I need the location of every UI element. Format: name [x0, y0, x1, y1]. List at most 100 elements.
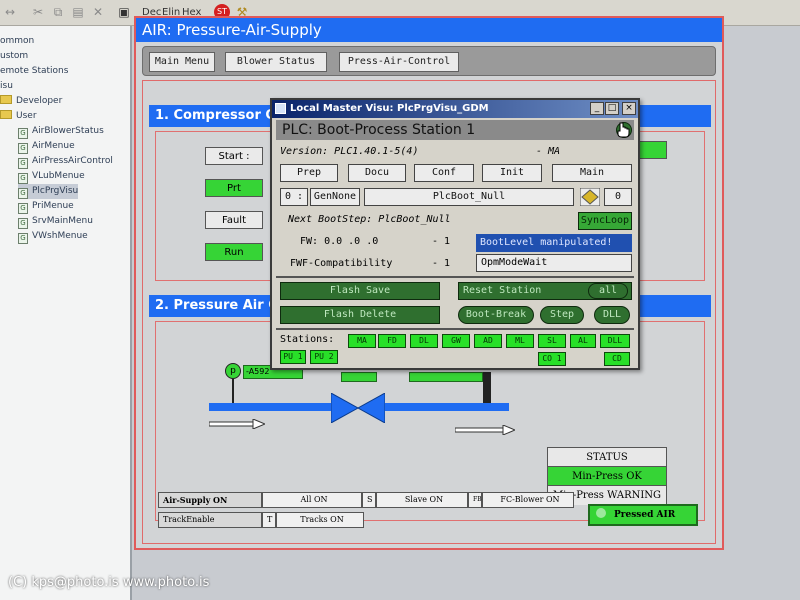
file-icon: G	[18, 158, 28, 169]
fault-indicator: Fault	[205, 211, 263, 229]
bottom-status-bar: Air-Supply ON All ON S Slave ON FB FC-Bl…	[158, 492, 578, 534]
main-menu-button[interactable]: Main Menu	[149, 52, 215, 72]
press-air-control-button[interactable]: Press-Air-Control	[339, 52, 459, 72]
close-button[interactable]: ×	[622, 102, 636, 115]
conf-button[interactable]: Conf	[414, 164, 474, 182]
docu-button[interactable]: Docu	[348, 164, 406, 182]
flow-arrow-icon	[455, 425, 515, 435]
run-indicator: Run	[205, 243, 263, 261]
tree-item[interactable]: emote Stations	[0, 64, 68, 79]
copy-icon[interactable]: ⧉	[50, 4, 66, 20]
station-dll[interactable]: DLL	[600, 334, 630, 348]
fc-blower-status: FC-Blower ON	[482, 492, 574, 508]
station-ml[interactable]: ML	[506, 334, 534, 348]
bootlevel-status: BootLevel manipulated!	[476, 234, 632, 252]
tree-item[interactable]: G AirMenue	[18, 139, 75, 154]
station-ma[interactable]: MA	[348, 334, 376, 348]
folder-icon	[0, 110, 12, 119]
tree-item-selected[interactable]: G PlcPrgVisu	[18, 184, 79, 199]
fwf-value: - 1	[432, 258, 451, 269]
fb-label: FB	[468, 492, 482, 508]
tree-item[interactable]: ustom	[0, 49, 28, 64]
station-ad[interactable]: AD	[474, 334, 502, 348]
tree-item[interactable]: Developer	[0, 94, 62, 109]
tree-item[interactable]: G AirPressAirControl	[18, 154, 113, 169]
diamond-icon[interactable]	[580, 188, 600, 206]
tree-item[interactable]: G VLubMenue	[18, 169, 85, 184]
delete-icon[interactable]: ✕	[90, 4, 106, 20]
fwf-label: FWF-Compatibility	[290, 258, 393, 269]
station-sl[interactable]: SL	[538, 334, 566, 348]
reset-station-label: Reset Station	[463, 285, 542, 296]
tree-item-label: AirMenue	[32, 141, 75, 151]
syncloop-button[interactable]: SyncLoop	[578, 212, 632, 230]
pipe-riser	[483, 372, 491, 404]
s-label: S	[362, 492, 376, 508]
tree-item[interactable]: G SrvMainMenu	[18, 214, 93, 229]
file-icon: G	[18, 233, 28, 244]
tree-item[interactable]: User	[0, 109, 37, 124]
plc-header: PLC: Boot-Process Station 1	[276, 120, 634, 140]
boot-break-button[interactable]: Boot-Break	[458, 306, 534, 324]
valve-icon[interactable]	[331, 393, 385, 423]
tree-item-label: VWshMenue	[32, 231, 88, 241]
opmode-status: OpmModeWait	[476, 254, 632, 272]
dialog-body: PLC: Boot-Process Station 1 Version: PLC…	[276, 120, 634, 366]
station-pu1[interactable]: PU 1	[280, 350, 306, 364]
next-bootstep-label: Next BootStep: PlcBoot_Null	[288, 214, 451, 225]
tree-item-label: PlcPrgVisu	[32, 186, 79, 196]
all-on-status: All ON	[262, 492, 362, 508]
paste-icon[interactable]: ▤	[70, 4, 86, 20]
tree-item-label: ommon	[0, 36, 35, 46]
station-cd[interactable]: CD	[604, 352, 630, 366]
tracks-on-status: Tracks ON	[276, 512, 364, 528]
tree-item[interactable]: ommon	[0, 34, 34, 49]
dialog-title-bar[interactable]: Local Master Visu: PlcPrgVisu_GDM	[272, 100, 638, 118]
tree-item[interactable]: G AirBlowerStatus	[18, 124, 104, 139]
gennone-button[interactable]: GenNone	[310, 188, 360, 206]
dll-button[interactable]: DLL	[594, 306, 630, 324]
station-pu2[interactable]: PU 2	[310, 350, 338, 364]
tree-item-label: VLubMenue	[32, 171, 85, 181]
pressed-air-indicator: Pressed AIR	[588, 504, 698, 526]
window-icon[interactable]: ▣	[116, 4, 132, 20]
maximize-button[interactable]: □	[605, 102, 619, 115]
nav-arrow-icon[interactable]: ↔	[2, 4, 18, 20]
tree-item[interactable]: G PriMenue	[18, 199, 74, 214]
bootname-field[interactable]: PlcBoot_Null	[364, 188, 574, 206]
nav-bar: Main Menu Blower Status Press-Air-Contro…	[142, 46, 716, 76]
app-icon	[275, 103, 286, 114]
tree-item[interactable]: isu	[0, 79, 13, 94]
tree-item-label: Developer	[16, 96, 63, 106]
station-co1[interactable]: CO 1	[538, 352, 566, 366]
flash-save-button[interactable]: Flash Save	[280, 282, 440, 300]
tree-item-label: PriMenue	[32, 201, 74, 211]
station-fd[interactable]: FD	[378, 334, 406, 348]
flash-delete-button[interactable]: Flash Delete	[280, 306, 440, 324]
station-dl[interactable]: DL	[410, 334, 438, 348]
minimize-button[interactable]: _	[590, 102, 604, 115]
tree-item-label: emote Stations	[0, 66, 69, 76]
folder-icon	[0, 95, 12, 104]
pipe-left	[209, 403, 333, 411]
pipe-indicator-2	[409, 372, 483, 382]
air-supply-status: Air-Supply ON	[158, 492, 262, 508]
main-button[interactable]: Main	[552, 164, 632, 182]
station-gw[interactable]: GW	[442, 334, 470, 348]
blower-status-button[interactable]: Blower Status	[225, 52, 327, 72]
cut-icon[interactable]: ✂	[30, 4, 46, 20]
prep-button[interactable]: Prep	[280, 164, 338, 182]
station-al[interactable]: AL	[570, 334, 596, 348]
pipe-right	[383, 403, 509, 411]
all-button[interactable]: all	[588, 283, 628, 299]
count-field[interactable]: 0	[604, 188, 632, 206]
prt-indicator: Prt	[205, 179, 263, 197]
zero-field[interactable]: 0 :	[280, 188, 308, 206]
tree-item[interactable]: G VWshMenue	[18, 229, 88, 244]
tree-item-label: AirPressAirControl	[32, 156, 113, 166]
file-icon: G	[18, 203, 28, 214]
init-button[interactable]: Init	[482, 164, 542, 182]
start-button[interactable]: Start :	[205, 147, 263, 165]
step-button[interactable]: Step	[540, 306, 584, 324]
fw-value: - 1	[432, 236, 451, 247]
